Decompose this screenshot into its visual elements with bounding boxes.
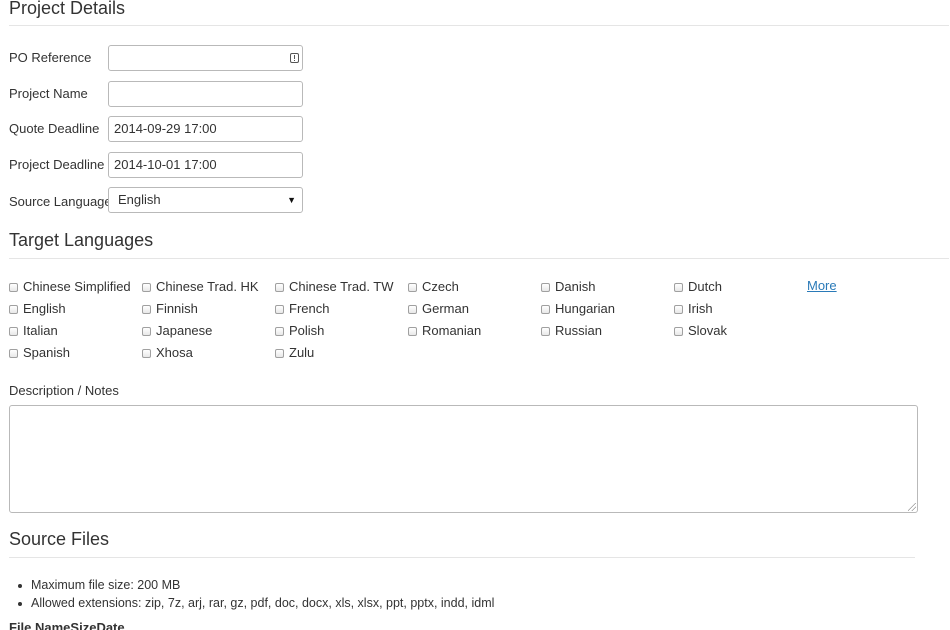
language-checkbox[interactable]	[142, 283, 151, 292]
language-label: Romanian	[422, 323, 482, 338]
notes-textarea[interactable]	[9, 405, 918, 513]
source-language-row: Source Language English ▼	[9, 187, 309, 213]
quote-deadline-row: Quote Deadline 2014-09-29 17:00	[9, 116, 309, 142]
language-label: Chinese Trad. TW	[289, 279, 394, 294]
language-label: Xhosa	[156, 345, 193, 360]
language-checkbox[interactable]	[674, 327, 683, 336]
language-checkbox[interactable]	[541, 283, 550, 292]
language-label: Chinese Simplified	[23, 279, 131, 294]
language-label: Slovak	[688, 323, 728, 338]
po-reference-label: PO Reference	[9, 50, 92, 65]
po-reference-input[interactable]	[108, 45, 303, 71]
language-checkbox[interactable]	[142, 349, 151, 358]
language-checkbox[interactable]	[408, 305, 417, 314]
file-rules-list: Maximum file size: 200 MB Allowed extens…	[13, 577, 494, 613]
language-label: Dutch	[688, 279, 722, 294]
max-file-size-item: Maximum file size: 200 MB	[13, 577, 494, 595]
project-name-input[interactable]	[108, 81, 303, 107]
notes-label: Description / Notes	[9, 383, 119, 398]
language-checkbox[interactable]	[9, 283, 18, 292]
column-header-file-name: File Name	[9, 620, 71, 630]
column-header-date: Date	[96, 620, 125, 630]
source-language-label: Source Language	[9, 194, 112, 209]
resize-grip-icon[interactable]	[908, 503, 916, 511]
language-checkbox[interactable]	[142, 327, 151, 336]
language-checkbox[interactable]	[275, 283, 284, 292]
target-languages-heading: Target Languages	[9, 230, 154, 250]
file-table-header: File NameSizeDate	[9, 620, 125, 630]
source-files-heading: Source Files	[9, 529, 110, 549]
language-checkbox[interactable]	[408, 327, 417, 336]
project-details-divider	[9, 25, 949, 26]
more-languages-link[interactable]: More	[807, 278, 837, 293]
quote-deadline-label: Quote Deadline	[9, 121, 100, 136]
language-label: Czech	[422, 279, 459, 294]
language-label: Finnish	[156, 301, 198, 316]
quote-deadline-value: 2014-09-29 17:00	[114, 121, 217, 136]
language-label: Chinese Trad. HK	[156, 279, 259, 294]
language-label: Japanese	[156, 323, 213, 338]
project-deadline-row: Project Deadline 2014-10-01 17:00	[9, 152, 309, 178]
language-label: Hungarian	[555, 301, 615, 316]
project-name-label: Project Name	[9, 86, 88, 101]
project-deadline-label: Project Deadline	[9, 157, 105, 172]
language-checkbox[interactable]	[9, 327, 18, 336]
language-label: Italian	[23, 323, 58, 338]
target-languages-divider	[9, 258, 949, 259]
language-checkbox[interactable]	[541, 305, 550, 314]
po-reference-row: PO Reference	[9, 45, 309, 71]
column-header-size: Size	[70, 620, 97, 630]
language-checkbox[interactable]	[275, 349, 284, 358]
quote-deadline-input[interactable]: 2014-09-29 17:00	[108, 116, 303, 142]
language-checkbox[interactable]	[275, 305, 284, 314]
language-checkbox[interactable]	[275, 327, 284, 336]
source-language-select[interactable]: English ▼	[108, 187, 303, 213]
dropdown-arrow-icon: ▼	[287, 195, 296, 205]
language-label: Spanish	[23, 345, 70, 360]
language-checkbox[interactable]	[9, 305, 18, 314]
source-files-divider	[9, 557, 915, 558]
project-details-heading: Project Details	[9, 0, 126, 18]
language-checkbox[interactable]	[142, 305, 151, 314]
language-label: Russian	[555, 323, 602, 338]
language-label: English	[23, 301, 66, 316]
language-label: Danish	[555, 279, 596, 294]
autofill-icon[interactable]	[290, 53, 299, 63]
project-deadline-input[interactable]: 2014-10-01 17:00	[108, 152, 303, 178]
project-name-row: Project Name	[9, 81, 309, 107]
language-label: Polish	[289, 323, 325, 338]
language-checkbox[interactable]	[9, 349, 18, 358]
language-checkbox[interactable]	[674, 305, 683, 314]
language-label: German	[422, 301, 469, 316]
allowed-extensions-item: Allowed extensions: zip, 7z, arj, rar, g…	[13, 595, 494, 613]
source-language-value: English	[118, 192, 161, 207]
language-label: French	[289, 301, 330, 316]
language-checkbox[interactable]	[408, 283, 417, 292]
language-label: Irish	[688, 301, 713, 316]
language-label: Zulu	[289, 345, 315, 360]
project-deadline-value: 2014-10-01 17:00	[114, 157, 217, 172]
language-checkbox[interactable]	[674, 283, 683, 292]
language-checkbox[interactable]	[541, 327, 550, 336]
